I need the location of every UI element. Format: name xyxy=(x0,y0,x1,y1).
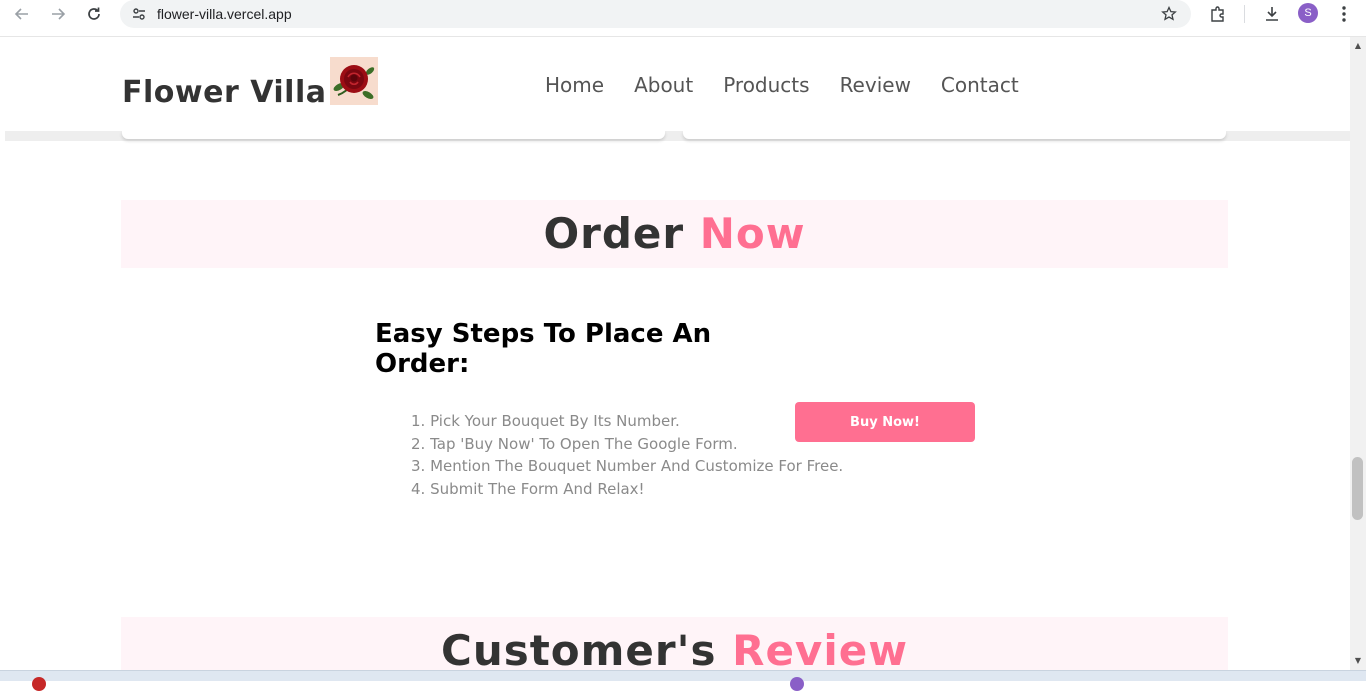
order-heading-accent: Now xyxy=(699,209,806,258)
forward-icon[interactable] xyxy=(46,2,70,26)
taskbar-app-icon[interactable] xyxy=(32,677,46,691)
buy-now-button[interactable]: Buy Now! xyxy=(795,402,975,442)
address-bar[interactable]: flower-villa.vercel.app xyxy=(120,0,1191,28)
order-steps-list: 1. Pick Your Bouquet By Its Number. 2. T… xyxy=(411,410,843,500)
nav-review[interactable]: Review xyxy=(840,73,911,97)
review-heading: Customer's Review xyxy=(121,617,1228,670)
product-card xyxy=(683,131,1226,139)
browser-toolbar: flower-villa.vercel.app S xyxy=(0,0,1366,37)
reload-icon[interactable] xyxy=(82,2,106,26)
os-taskbar xyxy=(0,670,1366,691)
toolbar-divider xyxy=(1244,5,1245,23)
order-step: 1. Pick Your Bouquet By Its Number. xyxy=(411,412,680,430)
order-heading: Order Now xyxy=(121,200,1228,268)
order-heading-main: Order xyxy=(543,209,685,258)
taskbar-app-icon[interactable] xyxy=(790,677,804,691)
nav-products[interactable]: Products xyxy=(723,73,809,97)
bookmark-star-icon[interactable] xyxy=(1159,4,1179,24)
nav-contact[interactable]: Contact xyxy=(941,73,1019,97)
site-settings-icon[interactable] xyxy=(129,4,149,24)
order-step: 4. Submit The Form And Relax! xyxy=(411,479,645,498)
url-text[interactable]: flower-villa.vercel.app xyxy=(157,6,292,22)
site-logo[interactable]: Flower Villa xyxy=(122,75,326,110)
review-heading-band: Customer's Review xyxy=(121,617,1228,670)
nav-about[interactable]: About xyxy=(634,73,693,97)
extensions-icon[interactable] xyxy=(1206,2,1230,26)
review-heading-accent: Review xyxy=(732,626,908,670)
menu-dots-icon[interactable] xyxy=(1332,2,1356,26)
product-card xyxy=(122,131,665,139)
scroll-thumb[interactable] xyxy=(1352,457,1363,520)
steps-title: Easy Steps To Place An Order: xyxy=(375,319,712,379)
order-step: 3. Mention The Bouquet Number And Custom… xyxy=(411,457,844,475)
order-step: 2. Tap 'Buy Now' To Open The Google Form… xyxy=(411,434,738,453)
scroll-up-arrow-icon[interactable]: ▲ xyxy=(1353,41,1363,51)
site-header: Flower Villa Home About Products Review … xyxy=(0,37,1350,131)
main-nav: Home About Products Review Contact xyxy=(545,73,1049,97)
order-heading-band: Order Now xyxy=(121,200,1228,268)
page-viewport: Flower Villa Home About Products Review … xyxy=(0,37,1350,670)
page-scrollbar[interactable]: ▲ ▼ xyxy=(1350,37,1366,670)
profile-avatar[interactable]: S xyxy=(1298,3,1318,23)
review-heading-main: Customer's xyxy=(441,626,717,670)
download-icon[interactable] xyxy=(1260,2,1284,26)
back-icon[interactable] xyxy=(10,2,34,26)
scroll-down-arrow-icon[interactable]: ▼ xyxy=(1353,656,1363,666)
nav-home[interactable]: Home xyxy=(545,73,604,97)
rose-logo-icon xyxy=(330,57,378,105)
